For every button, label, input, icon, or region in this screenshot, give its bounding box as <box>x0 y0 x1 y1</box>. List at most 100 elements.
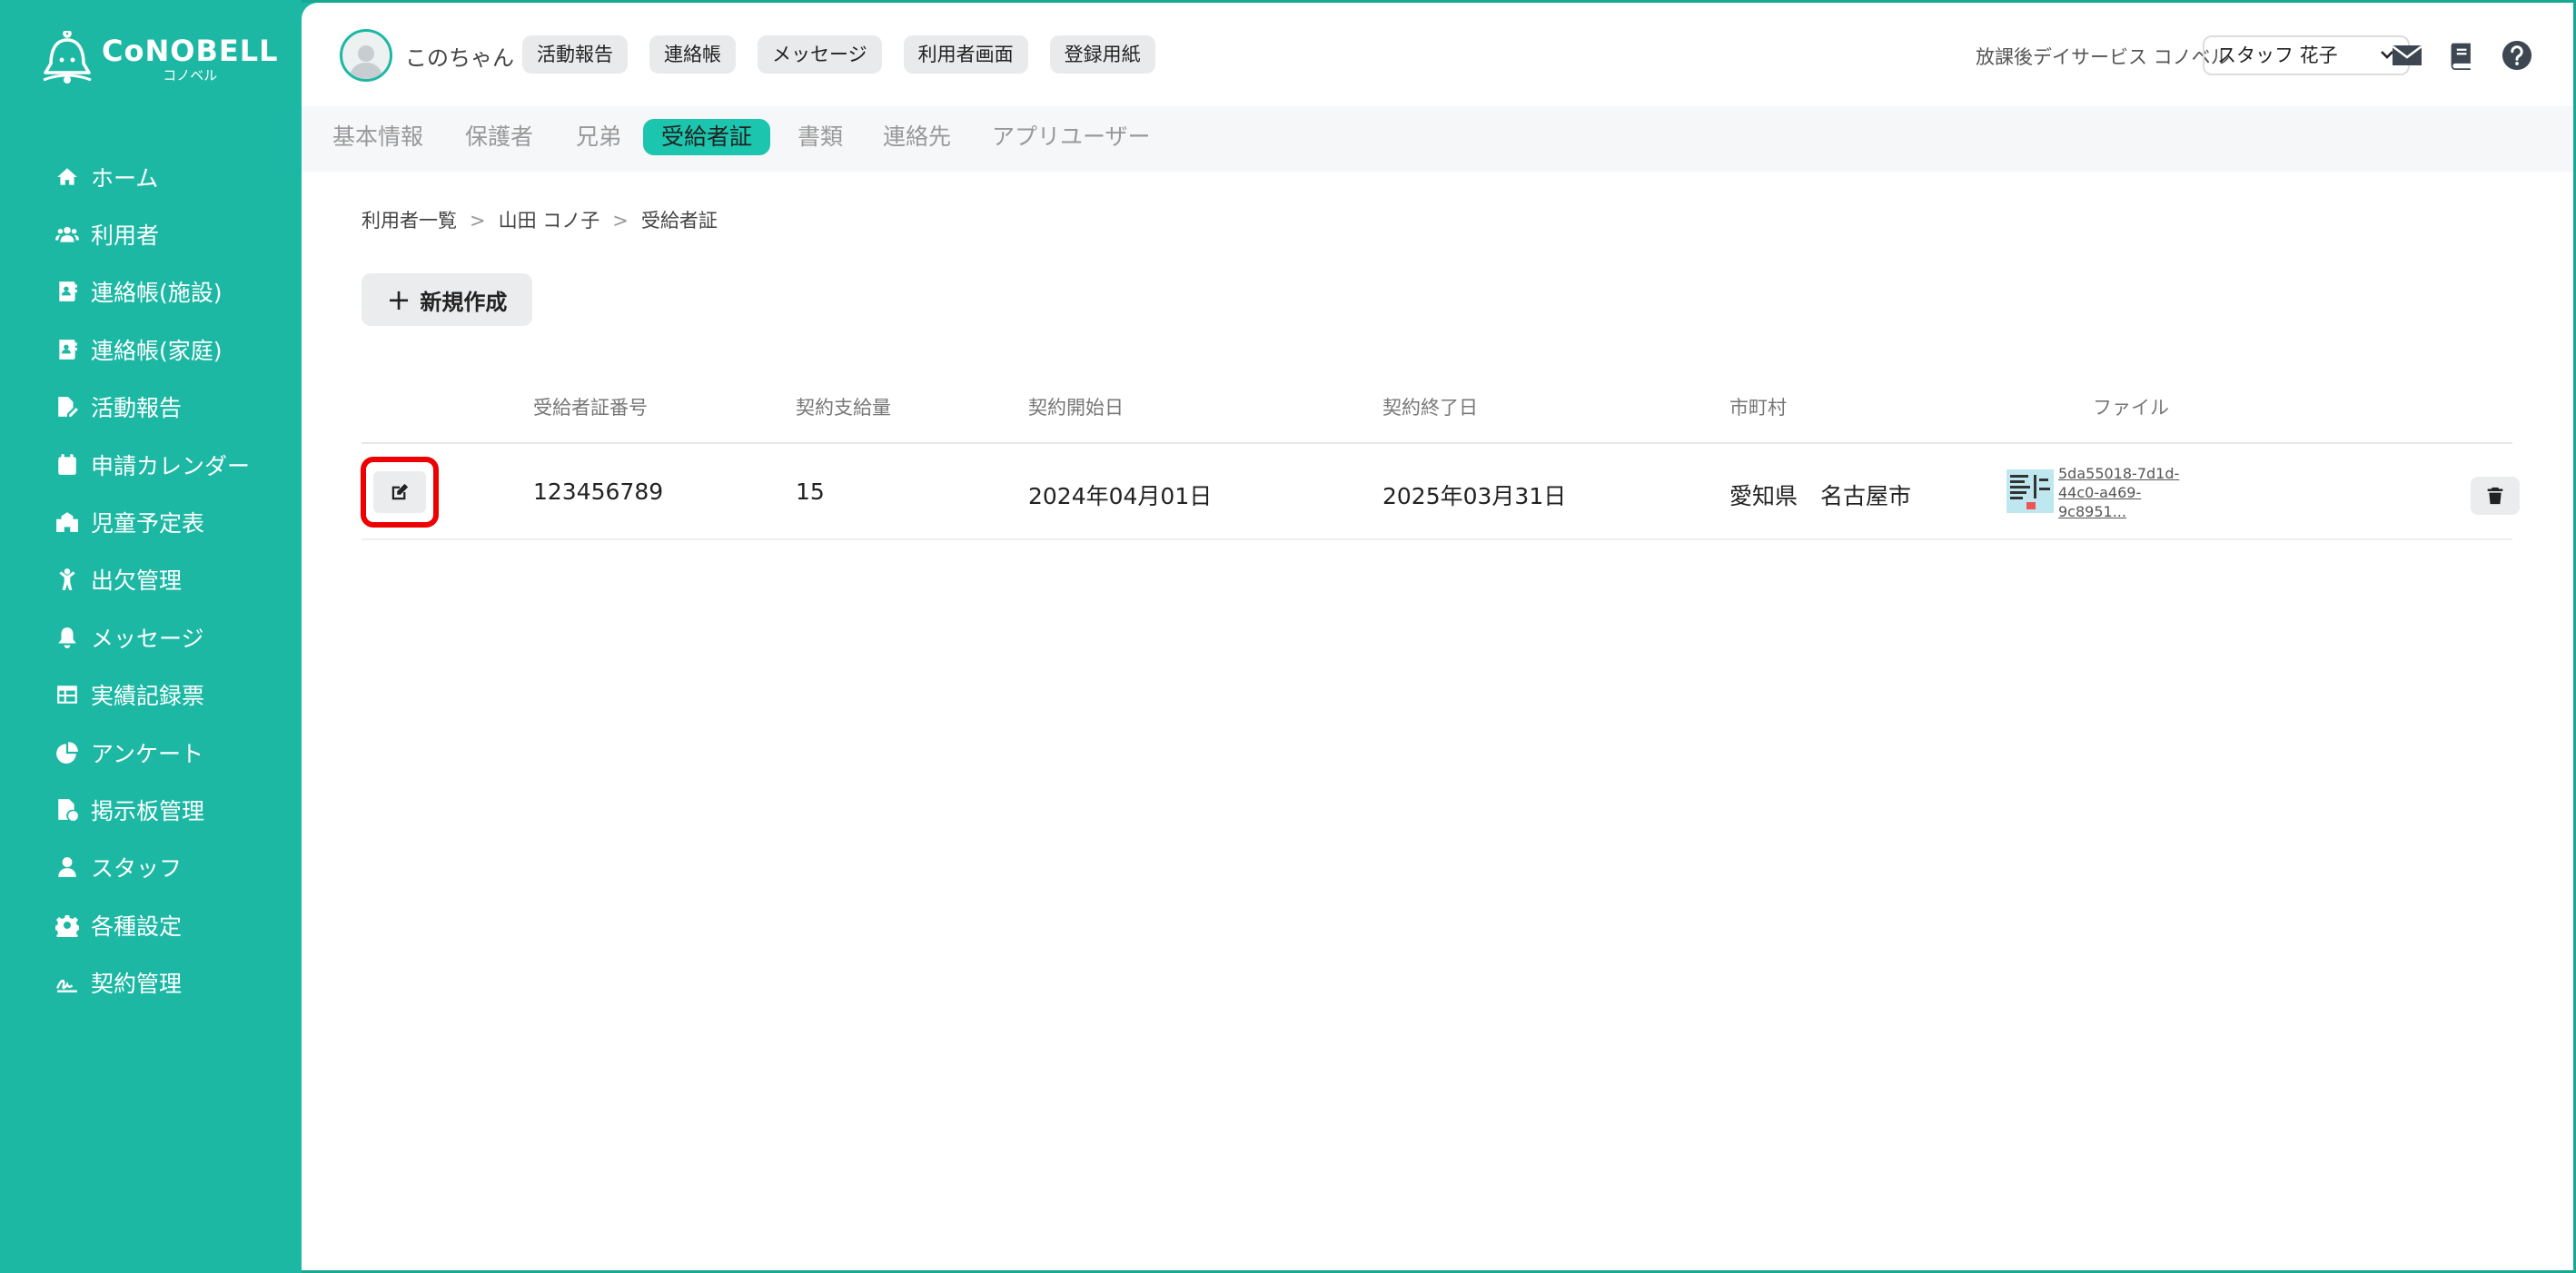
activity-report-button[interactable]: 活動報告 <box>522 35 628 74</box>
column-header: 市町村 <box>1729 397 1787 419</box>
breadcrumb-current: 受給者証 <box>640 210 718 232</box>
column-header: 契約支給量 <box>796 397 891 419</box>
file-name-line: 5da55018-7d1d- <box>2058 465 2180 482</box>
edit-highlight <box>361 457 439 528</box>
top-bar: このちゃん 活動報告 連絡帳 メッセージ 利用者画面 登録用紙 放課後デイサービ… <box>302 3 2573 106</box>
file-name-line: 9c8951... <box>2058 503 2126 520</box>
document-thumbnail-icon <box>2006 469 2054 513</box>
sidebar-item-label: 出欠管理 <box>91 567 183 595</box>
sidebar-item-label: 連絡帳(施設) <box>91 280 223 307</box>
certificate-number: 123456789 <box>533 479 664 505</box>
staff-select[interactable]: スタッフ 花子 <box>2203 35 2410 75</box>
sidebar-item-records[interactable]: 実績記録票 <box>53 666 250 724</box>
file-name-line: 44c0-a469- <box>2058 484 2142 501</box>
calendar-icon <box>53 452 82 478</box>
table-row: 123456789 15 2024年04月01日 2025年03月31日 愛知県… <box>361 446 2520 540</box>
sidebar-item-label: 契約管理 <box>91 971 183 998</box>
table-header: 受給者証番号 契約支給量 契約開始日 契約終了日 市町村 ファイル <box>362 393 2512 444</box>
tab-certificate[interactable]: 受給者証 <box>643 119 771 155</box>
staff-select-value: スタッフ 花子 <box>2217 44 2338 66</box>
sidebar-item-label: 活動報告 <box>91 395 183 422</box>
mail-icon[interactable] <box>2391 39 2423 72</box>
sidebar-nav: ホーム 利用者 連絡帳(施設) 連絡帳(家庭) 活動報告 申請カレンダー 児童予… <box>53 148 250 1011</box>
sidebar-item-label: 児童予定表 <box>91 510 205 538</box>
sidebar-item-staff[interactable]: スタッフ <box>53 839 250 896</box>
tab-documents[interactable]: 書類 <box>798 119 843 155</box>
sidebar-item-contract[interactable]: 契約管理 <box>53 953 250 1011</box>
municipality: 愛知県 名古屋市 <box>1729 483 1912 509</box>
sidebar-item-attendance[interactable]: 出欠管理 <box>53 551 250 608</box>
user-name: このちゃん <box>405 45 514 71</box>
breadcrumb-separator-icon: > <box>612 210 629 232</box>
bell-icon <box>53 625 82 650</box>
table-icon <box>53 682 82 707</box>
sidebar-item-message[interactable]: メッセージ <box>53 608 250 666</box>
gear-icon <box>53 913 82 938</box>
sidebar-item-label: アンケート <box>91 740 204 767</box>
new-create-label: 新規作成 <box>420 289 508 315</box>
tab-basic-info[interactable]: 基本情報 <box>332 119 423 155</box>
user-screen-button[interactable]: 利用者画面 <box>903 35 1028 74</box>
file-thumbnail[interactable] <box>2006 469 2054 513</box>
sidebar-item-label: 申請カレンダー <box>91 452 251 479</box>
child-icon <box>53 567 82 592</box>
column-header: 契約開始日 <box>1028 397 1124 419</box>
book-icon[interactable] <box>2446 39 2479 72</box>
file-pen-icon <box>53 394 82 419</box>
pie-chart-icon <box>53 740 82 765</box>
logo-title: CoNOBELL <box>102 34 279 68</box>
contact-book-button[interactable]: 連絡帳 <box>649 35 736 74</box>
sidebar-item-board[interactable]: 掲示板管理 <box>53 781 250 838</box>
sidebar-item-contact-home[interactable]: 連絡帳(家庭) <box>53 321 250 378</box>
sidebar-item-home[interactable]: ホーム <box>53 148 250 205</box>
column-header: 契約終了日 <box>1382 397 1478 419</box>
sidebar-item-settings[interactable]: 各種設定 <box>53 896 250 953</box>
sidebar-item-label: 各種設定 <box>91 913 183 940</box>
users-icon <box>53 222 82 247</box>
message-button[interactable]: メッセージ <box>758 35 882 74</box>
bell-logo-icon <box>43 31 92 84</box>
contact-book-icon <box>53 337 82 362</box>
contract-amount: 15 <box>796 479 825 505</box>
user-avatar-icon <box>350 45 382 79</box>
delete-button[interactable] <box>2471 477 2520 515</box>
edit-button[interactable] <box>373 471 426 513</box>
column-header: 受給者証番号 <box>533 397 648 419</box>
sidebar-item-label: 掲示板管理 <box>91 797 205 824</box>
tab-bar: 基本情報 保護者 兄弟 受給者証 書類 連絡先 アプリユーザー <box>302 106 2573 172</box>
column-header: ファイル <box>2093 397 2169 419</box>
sidebar-item-label: ホーム <box>91 164 159 192</box>
new-create-button[interactable]: + 新規作成 <box>362 273 532 326</box>
logo[interactable]: CoNOBELL コノベル <box>40 31 278 87</box>
tab-contacts[interactable]: 連絡先 <box>883 119 951 155</box>
breadcrumb: 利用者一覧 > 山田 コノ子 > 受給者証 <box>362 206 718 233</box>
help-icon[interactable] <box>2501 39 2533 72</box>
breadcrumb-user[interactable]: 山田 コノ子 <box>499 210 600 232</box>
breadcrumb-user-list[interactable]: 利用者一覧 <box>362 210 457 232</box>
sidebar-item-survey[interactable]: アンケート <box>53 724 250 781</box>
sidebar-item-label: メッセージ <box>91 625 204 652</box>
sidebar-item-label: 利用者 <box>91 222 160 250</box>
sidebar-item-calendar[interactable]: 申請カレンダー <box>53 436 250 493</box>
edit-icon <box>391 483 409 500</box>
sidebar-item-activity-report[interactable]: 活動報告 <box>53 379 250 436</box>
contact-book-icon <box>53 279 82 304</box>
logo-subtitle: コノベル <box>163 67 218 84</box>
tab-siblings[interactable]: 兄弟 <box>576 119 621 155</box>
tab-guardian[interactable]: 保護者 <box>465 119 533 155</box>
file-link[interactable]: 5da55018-7d1d- 44c0-a469- 9c8951... <box>2058 464 2195 521</box>
sidebar-item-users[interactable]: 利用者 <box>53 205 250 262</box>
home-icon <box>53 164 82 190</box>
trash-icon <box>2487 487 2503 505</box>
contract-end-date: 2025年03月31日 <box>1382 483 1567 509</box>
avatar[interactable] <box>340 29 392 82</box>
sidebar-item-label: 連絡帳(家庭) <box>91 337 223 364</box>
signature-icon <box>53 970 82 995</box>
breadcrumb-separator-icon: > <box>470 210 486 232</box>
main-panel: このちゃん 活動報告 連絡帳 メッセージ 利用者画面 登録用紙 放課後デイサービ… <box>302 3 2573 1270</box>
sidebar-item-contact-facility[interactable]: 連絡帳(施設) <box>53 263 250 321</box>
sidebar-item-schedule[interactable]: 児童予定表 <box>53 493 250 550</box>
registration-form-button[interactable]: 登録用紙 <box>1049 35 1155 74</box>
tab-app-users[interactable]: アプリユーザー <box>992 119 1151 155</box>
sidebar-item-label: 実績記録票 <box>91 683 205 710</box>
